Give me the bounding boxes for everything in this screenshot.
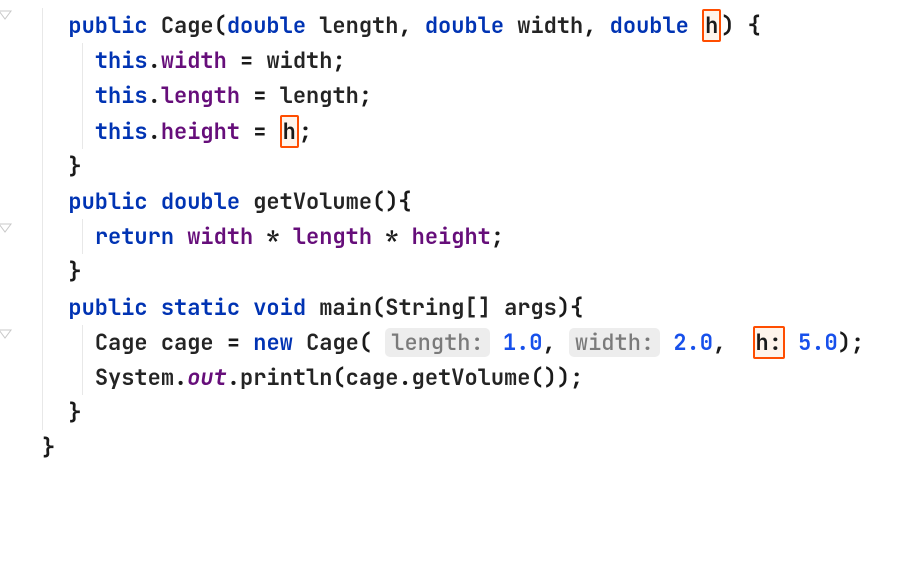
- literal-1: 1.0: [503, 328, 543, 357]
- keyword-public: public: [68, 11, 147, 40]
- keyword-return: return: [95, 222, 174, 251]
- code-line[interactable]: public static void main(String[] args){: [8, 290, 922, 325]
- field-width: width: [187, 222, 253, 251]
- ctor-cage: Cage: [306, 328, 359, 357]
- param-length: length: [319, 11, 398, 40]
- type-cage: Cage: [95, 328, 148, 357]
- param-args: args: [504, 293, 557, 322]
- param-hint-width: width:: [569, 328, 660, 357]
- keyword-this: this: [95, 117, 148, 146]
- ident-width: width: [266, 46, 332, 75]
- method-println: println: [240, 363, 332, 392]
- param-width: width: [517, 11, 583, 40]
- param-hint-h: h:: [753, 326, 785, 359]
- code-editor: public Cage(double length, double width,…: [0, 0, 922, 473]
- code-line[interactable]: this.height = h;: [8, 114, 922, 149]
- field-width: width: [161, 46, 227, 75]
- method-main: main: [319, 293, 372, 322]
- code-line[interactable]: }: [8, 254, 922, 289]
- code-line[interactable]: }: [8, 430, 922, 465]
- code-line[interactable]: return width * length * height;: [8, 219, 922, 254]
- literal-2: 2.0: [673, 328, 713, 357]
- type-string-array: String[]: [385, 293, 491, 322]
- method-getvolume: getVolume: [253, 187, 372, 216]
- highlight-h-use: h: [280, 115, 299, 148]
- code-line[interactable]: this.length = length;: [8, 78, 922, 113]
- code-line[interactable]: public double getVolume(){: [8, 184, 922, 219]
- keyword-this: this: [95, 81, 148, 110]
- code-line[interactable]: public Cage(double length, double width,…: [8, 8, 922, 43]
- keyword-double: double: [610, 11, 689, 40]
- keyword-double: double: [425, 11, 504, 40]
- literal-5: 5.0: [798, 328, 838, 357]
- field-length: length: [293, 222, 372, 251]
- keyword-this: this: [95, 46, 148, 75]
- field-height: height: [161, 117, 240, 146]
- field-length: length: [161, 81, 240, 110]
- keyword-static: static: [161, 293, 240, 322]
- var-cage: cage: [346, 363, 399, 392]
- code-line[interactable]: this.width = width;: [8, 43, 922, 78]
- var-cage: cage: [161, 328, 214, 357]
- keyword-double: double: [227, 11, 306, 40]
- code-line[interactable]: }: [8, 149, 922, 184]
- field-out: out: [187, 363, 227, 392]
- param-hint-length: length:: [385, 328, 489, 357]
- class-system: System: [95, 363, 174, 392]
- field-height: height: [412, 222, 491, 251]
- highlight-h-param: h: [702, 9, 721, 42]
- constructor-name: Cage: [161, 11, 214, 40]
- code-line[interactable]: }: [8, 395, 922, 430]
- keyword-new: new: [253, 328, 293, 357]
- code-line[interactable]: Cage cage = new Cage( length: 1.0, width…: [8, 325, 922, 360]
- ident-length: length: [280, 81, 359, 110]
- call-getvolume: getVolume: [412, 363, 531, 392]
- keyword-public: public: [68, 187, 147, 216]
- keyword-void: void: [253, 293, 306, 322]
- keyword-public: public: [68, 293, 147, 322]
- keyword-double: double: [161, 187, 240, 216]
- code-line[interactable]: System.out.println(cage.getVolume());: [8, 360, 922, 395]
